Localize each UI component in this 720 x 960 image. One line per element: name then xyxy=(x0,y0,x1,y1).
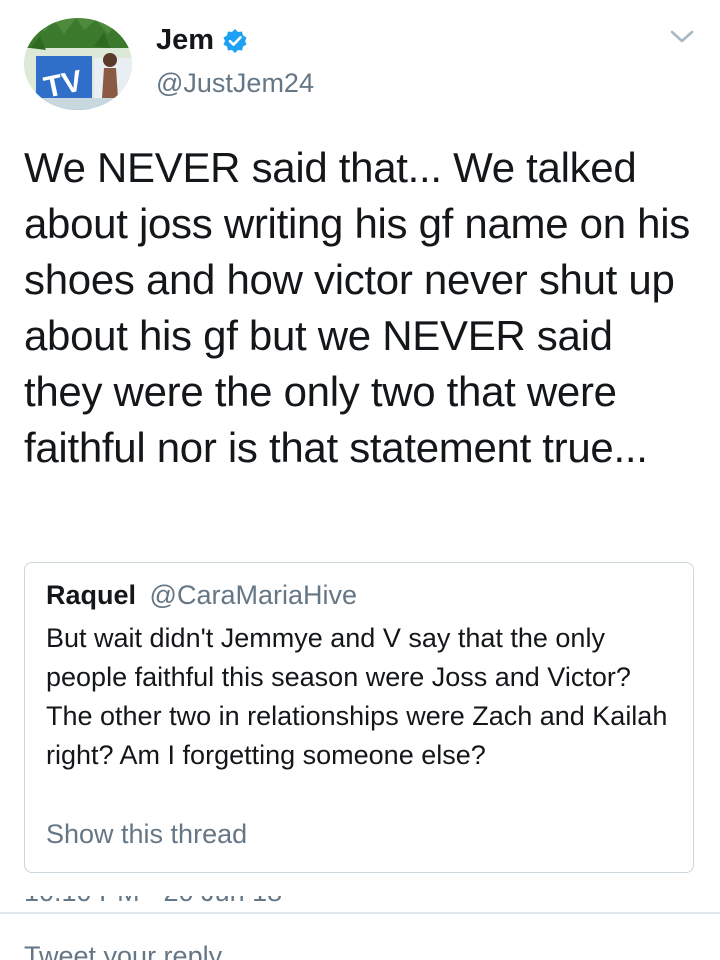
author-handle[interactable]: @JustJem24 xyxy=(156,68,314,99)
tweet-timestamp-text: 10:10 PM - 20 Jun 18 xyxy=(24,896,282,912)
reply-input[interactable]: Tweet your reply xyxy=(24,940,222,960)
show-thread-link[interactable]: Show this thread xyxy=(46,819,247,850)
author-name[interactable]: Jem xyxy=(156,24,214,57)
tweet-header: TV Jem @JustJem24 xyxy=(24,16,696,112)
tweet-timestamp: 10:10 PM - 20 Jun 18 xyxy=(24,896,282,912)
verified-badge-icon xyxy=(222,28,248,54)
author-name-line: Jem xyxy=(156,24,248,57)
mtv-avatar-photo-icon: TV xyxy=(24,18,132,110)
tweet-options-chevron-icon[interactable] xyxy=(668,22,696,50)
tweet-text: We NEVER said that... We talked about jo… xyxy=(24,144,690,471)
quoted-author-name: Raquel xyxy=(46,580,137,610)
quoted-author-handle: @CaraMariaHive xyxy=(149,580,358,610)
reply-placeholder: Tweet your reply xyxy=(24,941,223,960)
tweet-detail-screen: TV Jem @JustJem24 We NEVER said that... xyxy=(0,0,720,960)
quoted-tweet-text: But wait didn't Jemmye and V say that th… xyxy=(46,623,668,770)
author-avatar[interactable]: TV xyxy=(24,18,132,110)
quoted-tweet-card[interactable]: Raquel @CaraMariaHive But wait didn't Je… xyxy=(24,562,694,873)
quoted-tweet-header: Raquel @CaraMariaHive xyxy=(46,580,357,611)
divider xyxy=(0,912,720,914)
